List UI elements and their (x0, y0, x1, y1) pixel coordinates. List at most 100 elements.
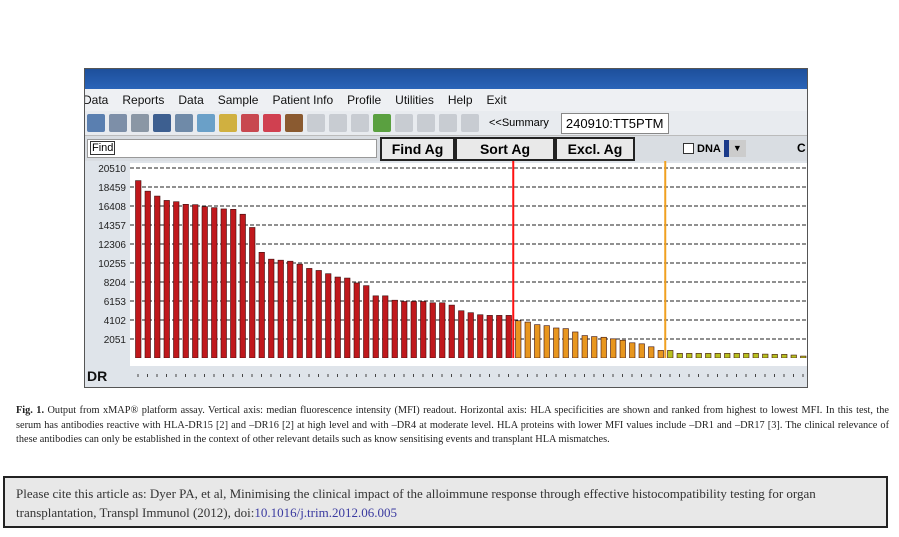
menu-exit[interactable]: Exit (487, 93, 507, 107)
bar (467, 312, 474, 359)
dna-icon[interactable] (373, 114, 391, 132)
bar (448, 304, 455, 359)
find-row: Find Find Ag Sort Ag Excl. Ag DNA ▼ C (85, 136, 807, 161)
find-label: Find (90, 141, 116, 155)
grid-icon[interactable] (87, 114, 105, 132)
disabled-icon-3[interactable] (351, 114, 369, 132)
bar (201, 206, 208, 359)
bar (410, 301, 417, 359)
bar (638, 343, 645, 359)
bar (600, 336, 607, 359)
menu-profile[interactable]: Profile (347, 93, 381, 107)
bar (619, 339, 626, 359)
summary-button[interactable]: <<Summary (489, 117, 549, 129)
bar (771, 354, 778, 359)
bar (277, 259, 284, 359)
monitor-icon[interactable] (153, 114, 171, 132)
bar (135, 180, 142, 359)
sample-id-field[interactable]: 240910:TT5PTM (560, 112, 669, 134)
y-tick-label: 18459 (98, 183, 126, 194)
bar (268, 258, 275, 359)
bar (676, 353, 683, 359)
bar (648, 346, 655, 359)
y-tick-label: 14357 (98, 221, 126, 232)
disabled-icon-1[interactable] (307, 114, 325, 132)
bar (553, 327, 560, 359)
y-tick-label: 8204 (104, 278, 127, 289)
y-tick-label: 12306 (98, 240, 126, 251)
menu-help[interactable]: Help (448, 93, 473, 107)
menu-data-2[interactable]: Data (178, 93, 203, 107)
disabled-icon-5[interactable] (417, 114, 435, 132)
chart-icon[interactable] (241, 114, 259, 132)
bar (695, 353, 702, 359)
filter-icon[interactable] (197, 114, 215, 132)
bar (439, 302, 446, 359)
bar (258, 252, 265, 359)
find-ag-button[interactable]: Find Ag (380, 137, 455, 161)
bar (743, 353, 750, 359)
bar (353, 282, 360, 359)
patient-icon[interactable] (219, 114, 237, 132)
dna-checkbox[interactable] (683, 143, 694, 154)
citation-text: Please cite this article as: Dyer PA, et… (16, 486, 816, 520)
doi-link[interactable]: 10.1016/j.trim.2012.06.005 (254, 505, 397, 520)
mfi-bar-chart: 2051 4102 6153 8204 10255 12306 14357 16408 1845… (85, 161, 807, 387)
menu-reports[interactable]: Reports (122, 93, 164, 107)
y-tick-label: 2051 (104, 335, 127, 346)
bar-chart-icon[interactable] (263, 114, 281, 132)
disabled-icon-2[interactable] (329, 114, 347, 132)
bar (800, 355, 807, 359)
bar (752, 353, 759, 359)
bar (401, 301, 408, 359)
x-label-strip (130, 358, 807, 366)
bar (211, 207, 218, 359)
citation-box: Please cite this article as: Dyer PA, et… (3, 476, 888, 528)
bar (391, 299, 398, 359)
menu-patient-info[interactable]: Patient Info (272, 93, 333, 107)
bar (382, 295, 389, 359)
bar (505, 315, 512, 359)
dna-dropdown[interactable]: ▼ (723, 140, 746, 157)
disabled-icon-6[interactable] (439, 114, 457, 132)
report-icon[interactable] (131, 114, 149, 132)
bar (192, 204, 199, 359)
xmap-software-screenshot: Data Reports Data Sample Patient Info Pr… (84, 68, 808, 388)
dna-option[interactable]: DNA ▼ (683, 140, 746, 157)
toolbar: <<Summary 240910:TT5PTM (85, 111, 807, 136)
menu-data[interactable]: Data (85, 93, 108, 107)
bar (705, 353, 712, 359)
bar (163, 200, 170, 359)
bar (182, 204, 189, 359)
bar (287, 260, 294, 359)
menu-sample[interactable]: Sample (218, 93, 259, 107)
bar (724, 353, 731, 359)
search-icon[interactable] (175, 114, 193, 132)
print-icon[interactable] (109, 114, 127, 132)
bar (629, 342, 636, 359)
bar (372, 295, 379, 359)
bar (220, 208, 227, 359)
y-tick-label: 10255 (98, 259, 126, 270)
sort-ag-button[interactable]: Sort Ag (455, 137, 555, 161)
disabled-icon-7[interactable] (461, 114, 479, 132)
menu-utilities[interactable]: Utilities (395, 93, 434, 107)
bar (581, 335, 588, 359)
bar (486, 315, 493, 359)
x-axis-label: DR (87, 368, 107, 384)
bar (667, 350, 674, 359)
disabled-icon-4[interactable] (395, 114, 413, 132)
excl-ag-button[interactable]: Excl. Ag (555, 137, 635, 161)
find-input[interactable]: Find (87, 139, 377, 158)
bar (363, 285, 370, 359)
bar (543, 325, 550, 359)
bar (173, 201, 180, 359)
bar (657, 350, 664, 359)
tools-icon[interactable] (285, 114, 303, 132)
dna-label: DNA (697, 142, 721, 155)
bar (458, 310, 465, 359)
caption-text: Output from xMAP® platform assay. Vertic… (16, 405, 889, 445)
bar (230, 209, 237, 359)
bar (572, 331, 579, 359)
bar (477, 314, 484, 359)
